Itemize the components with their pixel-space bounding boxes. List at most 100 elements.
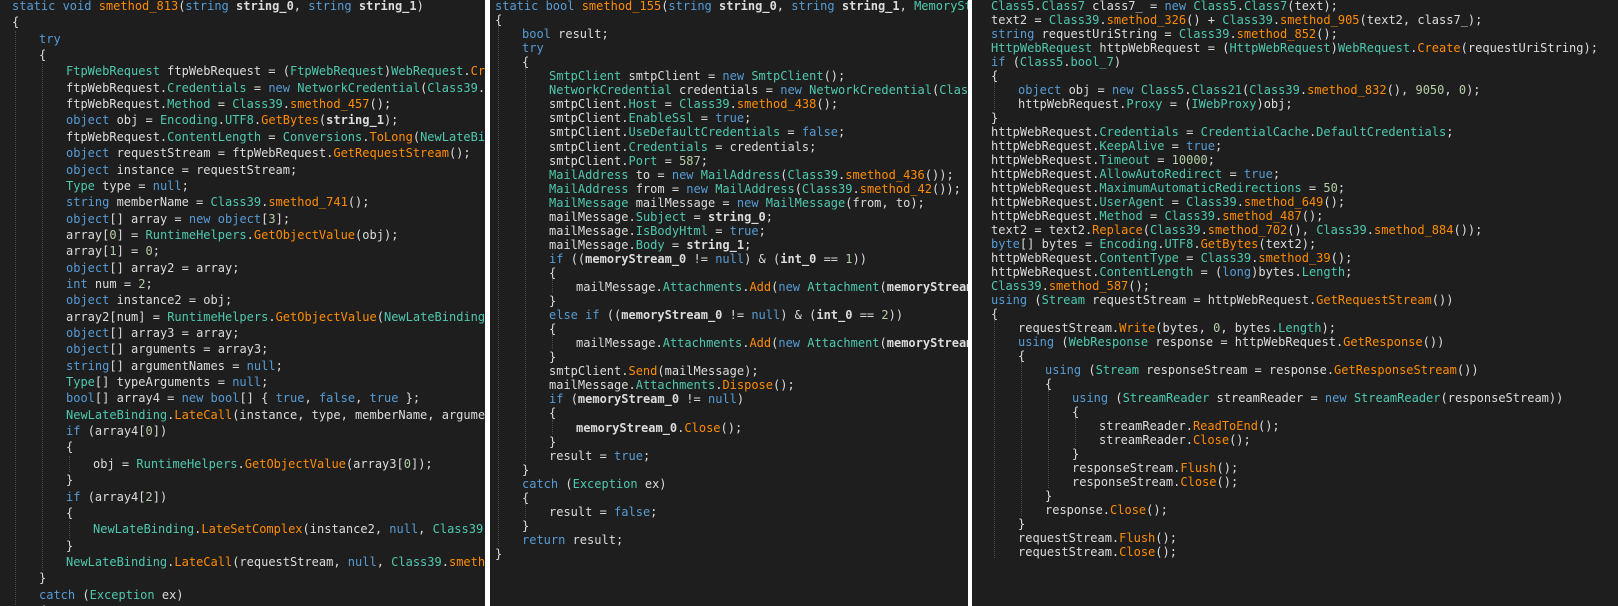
code-line: requestStream.Close(); xyxy=(1018,544,1177,560)
code-token: true xyxy=(369,391,399,406)
code-token: responseStream xyxy=(1146,363,1248,377)
code-token: = xyxy=(210,375,233,390)
code-token: smtpClient xyxy=(549,153,622,168)
code-token: Type xyxy=(66,375,95,390)
code-token: SmtpClient xyxy=(549,69,629,84)
code-token: array4 xyxy=(94,489,139,504)
code-pane-http-request[interactable]: Class5.Class7 class7_ = new Class5.Class… xyxy=(972,0,1618,606)
code-token: new xyxy=(1324,391,1354,405)
code-token: = xyxy=(780,125,802,140)
code-token: ftpWebRequest xyxy=(66,80,160,95)
code-token: = xyxy=(210,146,233,161)
indent-guide xyxy=(552,419,553,434)
code-token: = xyxy=(246,80,269,95)
code-token: object xyxy=(66,260,110,275)
code-token: requestStream xyxy=(116,146,211,161)
code-token: result xyxy=(549,448,593,463)
code-line: NewLateBinding.LateSetComplex(instance2,… xyxy=(93,521,485,537)
code-token: long xyxy=(1222,265,1252,279)
code-token: Stream xyxy=(1095,363,1147,377)
code-token: Class39 xyxy=(1149,223,1201,237)
code-token: string_1 xyxy=(841,0,900,13)
code-token: mailMessage xyxy=(576,336,656,351)
code-line: object[] array = new object[3]; xyxy=(66,211,290,227)
code-token: string xyxy=(668,0,719,13)
code-token: new xyxy=(268,80,298,95)
code-token: { xyxy=(991,69,999,83)
code-token: ex xyxy=(644,476,660,491)
code-token: Add xyxy=(749,280,772,294)
code-token: Close xyxy=(1192,433,1230,447)
code-token: smethod_741 xyxy=(268,195,348,210)
code-line: ftpWebRequest.Method = Class39.smethod_4… xyxy=(66,96,391,112)
code-token: GetRequestStream xyxy=(333,146,449,161)
code-token: . xyxy=(237,456,245,471)
code-token: = xyxy=(664,181,687,196)
code-token: new xyxy=(736,195,766,210)
code-token: requestUriString xyxy=(1041,27,1158,41)
code-token: = xyxy=(174,326,197,340)
code-token: string_1 xyxy=(358,0,417,13)
code-token: string_1 xyxy=(326,113,384,128)
code-token: object xyxy=(66,211,110,226)
code-token: } xyxy=(991,111,999,125)
code-pane-smethod-813[interactable]: static void smethod_813 (string string_0,… xyxy=(0,0,485,606)
code-token: Class5 xyxy=(1140,83,1185,97)
code-token: NetworkCredential xyxy=(809,83,932,98)
code-token: . xyxy=(282,97,291,112)
code-token: new xyxy=(188,211,218,226)
code-token: ); xyxy=(1583,41,1598,55)
code-token: typeArguments xyxy=(116,375,211,390)
code-token: , xyxy=(297,407,312,422)
code-token: obj xyxy=(93,456,115,471)
code-token: null xyxy=(347,554,377,569)
code-token: smethod_649 xyxy=(1243,195,1324,209)
code-token: = xyxy=(159,391,182,406)
code-token: array xyxy=(196,260,233,275)
code-token: { xyxy=(66,505,74,520)
code-token: (); xyxy=(1155,545,1177,559)
code-token: ); xyxy=(1466,83,1481,97)
code-token: == xyxy=(852,308,882,323)
code-token: smtpClient xyxy=(549,111,622,126)
code-line: { xyxy=(549,321,556,337)
indent-guide xyxy=(69,521,70,538)
code-token: = xyxy=(1164,195,1187,209)
code-token: = xyxy=(174,260,197,275)
code-token: result xyxy=(549,504,593,519)
code-token: . xyxy=(1236,195,1244,209)
code-token: (); xyxy=(369,97,392,112)
code-token: DefaultCredentials xyxy=(1316,125,1447,139)
code-token: = xyxy=(715,195,737,210)
code-token: Credentials xyxy=(628,139,708,154)
code-token: Stream xyxy=(1041,293,1093,307)
code-token: string_1 xyxy=(686,237,745,252)
code-token: . xyxy=(1229,27,1237,41)
code-token: 0 xyxy=(403,456,411,471)
code-token: MailAddress xyxy=(700,167,781,182)
code-token: memberName xyxy=(116,195,189,210)
code-line: using (StreamReader streamReader = new S… xyxy=(1072,390,1563,406)
code-token: { xyxy=(495,13,503,28)
code-pane-smethod-155[interactable]: static bool smethod_155 (string string_0,… xyxy=(490,0,968,606)
code-line: streamReader.Close(); xyxy=(1099,432,1251,448)
code-token: Class39 xyxy=(1178,27,1230,41)
code-token: text2 xyxy=(1366,13,1403,27)
code-line: object requestStream = ftpWebRequest.Get… xyxy=(66,145,471,161)
code-line: using (WebResponse response = httpWebReq… xyxy=(1018,334,1444,350)
code-token: text2 xyxy=(991,223,1028,237)
code-token: } xyxy=(549,350,557,365)
code-token: } xyxy=(522,462,530,477)
code-token: LateCall xyxy=(174,407,233,422)
code-token: catch xyxy=(39,587,83,602)
code-token: ( xyxy=(302,522,310,537)
code-token: Class39 xyxy=(939,83,968,98)
code-token: { xyxy=(39,48,47,63)
code-token: array3 xyxy=(217,342,262,357)
code-token: MailAddress xyxy=(549,167,636,182)
code-token: num xyxy=(94,276,117,291)
code-token: } xyxy=(66,473,74,488)
code-token: , xyxy=(881,195,896,210)
code-token: ) xyxy=(176,587,184,602)
code-token: GetObjectValue xyxy=(275,309,377,324)
